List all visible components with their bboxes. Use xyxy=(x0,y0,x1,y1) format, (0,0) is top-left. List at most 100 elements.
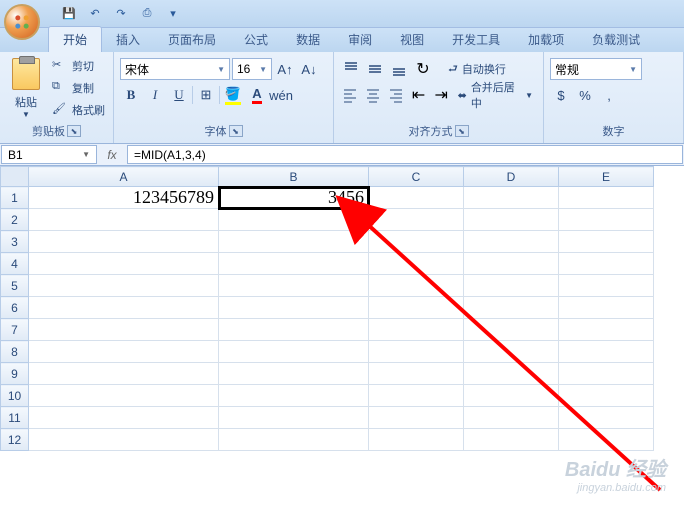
cell-E7[interactable] xyxy=(559,319,654,341)
tab-formulas[interactable]: 公式 xyxy=(230,27,282,52)
cell-D8[interactable] xyxy=(464,341,559,363)
clipboard-dialog-launcher[interactable]: ⬊ xyxy=(67,125,81,137)
cell-A10[interactable] xyxy=(29,385,219,407)
border-button[interactable]: ⊞ xyxy=(195,84,217,106)
print-button[interactable]: ⎙ xyxy=(136,4,158,24)
cell-A1[interactable]: 123456789 xyxy=(29,187,219,209)
cell-E9[interactable] xyxy=(559,363,654,385)
cell-B5[interactable] xyxy=(219,275,369,297)
office-button[interactable] xyxy=(4,4,40,40)
tab-developer[interactable]: 开发工具 xyxy=(438,27,514,52)
wrap-text-button[interactable]: ⮐自动换行 xyxy=(444,58,510,80)
currency-button[interactable]: $ xyxy=(550,84,572,106)
cell-A8[interactable] xyxy=(29,341,219,363)
select-all-corner[interactable] xyxy=(1,167,29,187)
tab-addins[interactable]: 加载项 xyxy=(514,27,578,52)
cell-C2[interactable] xyxy=(369,209,464,231)
formula-input[interactable]: =MID(A1,3,4) xyxy=(127,145,683,164)
cell-E6[interactable] xyxy=(559,297,654,319)
percent-button[interactable]: % xyxy=(574,84,596,106)
tab-page-layout[interactable]: 页面布局 xyxy=(154,27,230,52)
cell-E11[interactable] xyxy=(559,407,654,429)
font-dialog-launcher[interactable]: ⬊ xyxy=(229,125,243,137)
merge-center-button[interactable]: ⬌合并后居中▼ xyxy=(454,84,537,106)
cell-D5[interactable] xyxy=(464,275,559,297)
cell-D6[interactable] xyxy=(464,297,559,319)
orientation-button[interactable]: ↻ xyxy=(412,58,434,80)
cell-E4[interactable] xyxy=(559,253,654,275)
row-header-6[interactable]: 6 xyxy=(1,297,29,319)
cell-C10[interactable] xyxy=(369,385,464,407)
row-header-7[interactable]: 7 xyxy=(1,319,29,341)
font-size-combo[interactable]: 16▼ xyxy=(232,58,272,80)
cell-D4[interactable] xyxy=(464,253,559,275)
phonetic-button[interactable]: wén xyxy=(270,84,292,106)
cell-E5[interactable] xyxy=(559,275,654,297)
cell-C1[interactable] xyxy=(369,187,464,209)
cell-B11[interactable] xyxy=(219,407,369,429)
bold-button[interactable]: B xyxy=(120,84,142,106)
cell-B4[interactable] xyxy=(219,253,369,275)
cell-C8[interactable] xyxy=(369,341,464,363)
cell-A2[interactable] xyxy=(29,209,219,231)
font-name-combo[interactable]: 宋体▼ xyxy=(120,58,230,80)
tab-view[interactable]: 视图 xyxy=(386,27,438,52)
cell-B1[interactable]: 3456 xyxy=(219,187,369,209)
cell-A7[interactable] xyxy=(29,319,219,341)
row-header-1[interactable]: 1 xyxy=(1,187,29,209)
row-header-2[interactable]: 2 xyxy=(1,209,29,231)
comma-button[interactable]: , xyxy=(598,84,620,106)
redo-button[interactable]: ↷ xyxy=(110,4,132,24)
align-bottom-button[interactable] xyxy=(388,58,410,80)
align-center-button[interactable] xyxy=(363,84,384,106)
cell-B7[interactable] xyxy=(219,319,369,341)
cell-A6[interactable] xyxy=(29,297,219,319)
cell-B3[interactable] xyxy=(219,231,369,253)
col-header-B[interactable]: B xyxy=(219,167,369,187)
cell-B12[interactable] xyxy=(219,429,369,451)
copy-button[interactable]: ⧉复制 xyxy=(50,78,107,98)
cell-E1[interactable] xyxy=(559,187,654,209)
cell-A11[interactable] xyxy=(29,407,219,429)
cell-B9[interactable] xyxy=(219,363,369,385)
row-header-12[interactable]: 12 xyxy=(1,429,29,451)
tab-review[interactable]: 审阅 xyxy=(334,27,386,52)
format-painter-button[interactable]: 🖌格式刷 xyxy=(50,100,107,120)
cell-E3[interactable] xyxy=(559,231,654,253)
increase-indent-button[interactable]: ⇥ xyxy=(431,84,452,106)
align-top-button[interactable] xyxy=(340,58,362,80)
cell-A3[interactable] xyxy=(29,231,219,253)
font-color-button[interactable]: A xyxy=(246,84,268,106)
align-left-button[interactable] xyxy=(340,84,361,106)
cell-D7[interactable] xyxy=(464,319,559,341)
row-header-8[interactable]: 8 xyxy=(1,341,29,363)
cell-D11[interactable] xyxy=(464,407,559,429)
col-header-C[interactable]: C xyxy=(369,167,464,187)
cell-B2[interactable] xyxy=(219,209,369,231)
save-button[interactable]: 💾 xyxy=(58,4,80,24)
cell-E8[interactable] xyxy=(559,341,654,363)
cell-C11[interactable] xyxy=(369,407,464,429)
col-header-E[interactable]: E xyxy=(559,167,654,187)
row-header-10[interactable]: 10 xyxy=(1,385,29,407)
qat-customize-dropdown[interactable]: ▾ xyxy=(162,4,184,24)
align-right-button[interactable] xyxy=(385,84,406,106)
row-header-3[interactable]: 3 xyxy=(1,231,29,253)
cell-E12[interactable] xyxy=(559,429,654,451)
cell-C7[interactable] xyxy=(369,319,464,341)
row-header-9[interactable]: 9 xyxy=(1,363,29,385)
cell-D9[interactable] xyxy=(464,363,559,385)
number-format-combo[interactable]: 常规▼ xyxy=(550,58,642,80)
increase-font-button[interactable]: A↑ xyxy=(274,58,296,80)
decrease-indent-button[interactable]: ⇤ xyxy=(408,84,429,106)
tab-insert[interactable]: 插入 xyxy=(102,27,154,52)
row-header-5[interactable]: 5 xyxy=(1,275,29,297)
cell-D12[interactable] xyxy=(464,429,559,451)
align-middle-button[interactable] xyxy=(364,58,386,80)
row-header-11[interactable]: 11 xyxy=(1,407,29,429)
cell-A4[interactable] xyxy=(29,253,219,275)
cell-C5[interactable] xyxy=(369,275,464,297)
tab-home[interactable]: 开始 xyxy=(48,26,102,52)
name-box[interactable]: B1▼ xyxy=(1,145,97,164)
decrease-font-button[interactable]: A↓ xyxy=(298,58,320,80)
